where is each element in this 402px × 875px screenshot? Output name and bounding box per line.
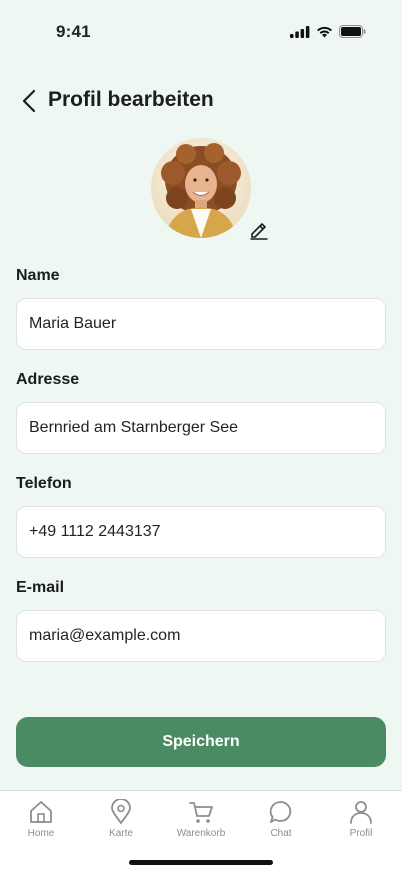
tab-label: Home: [27, 828, 55, 839]
tab-label: Chat: [270, 828, 292, 839]
tab-label: Warenkorb: [176, 828, 226, 839]
tab-karte[interactable]: Karte: [81, 799, 161, 845]
name-label: Name: [16, 267, 60, 284]
address-label: Adresse: [16, 371, 80, 388]
battery-icon: [339, 25, 366, 38]
email-field[interactable]: [16, 610, 386, 662]
profile-avatar[interactable]: [151, 138, 251, 238]
tab-warenkorb[interactable]: Warenkorb: [161, 799, 241, 845]
phone-field[interactable]: [16, 506, 386, 558]
page-title: Profil bearbeiten: [48, 88, 214, 111]
back-button[interactable]: [16, 86, 42, 116]
wifi-icon: [317, 26, 332, 37]
save-button[interactable]: Speichern: [16, 717, 386, 767]
tab-profil[interactable]: Profil: [321, 799, 401, 845]
header: Profil bearbeiten: [0, 84, 402, 118]
status-time: 9:41: [56, 22, 91, 41]
email-label: E-mail: [16, 579, 65, 596]
home-indicator: [129, 860, 273, 865]
cart-icon: [189, 802, 213, 823]
edit-avatar-button[interactable]: [246, 217, 272, 243]
user-icon: [350, 801, 372, 824]
chat-icon: [269, 801, 292, 823]
cellular-signal-icon: [290, 25, 310, 38]
phone-label: Telefon: [16, 475, 72, 492]
pencil-icon: [250, 223, 268, 240]
home-icon: [30, 801, 52, 823]
map-pin-icon: [111, 799, 131, 825]
address-field[interactable]: [16, 402, 386, 454]
tab-label: Profil: [349, 828, 373, 839]
tab-chat[interactable]: Chat: [241, 799, 321, 845]
name-field[interactable]: [16, 298, 386, 350]
avatar-photo: [151, 138, 251, 238]
tab-home[interactable]: Home: [1, 799, 81, 845]
status-icons: [290, 25, 366, 38]
chevron-left-icon: [22, 89, 36, 113]
status-bar: 9:41: [0, 0, 402, 60]
tab-label: Karte: [109, 828, 133, 839]
